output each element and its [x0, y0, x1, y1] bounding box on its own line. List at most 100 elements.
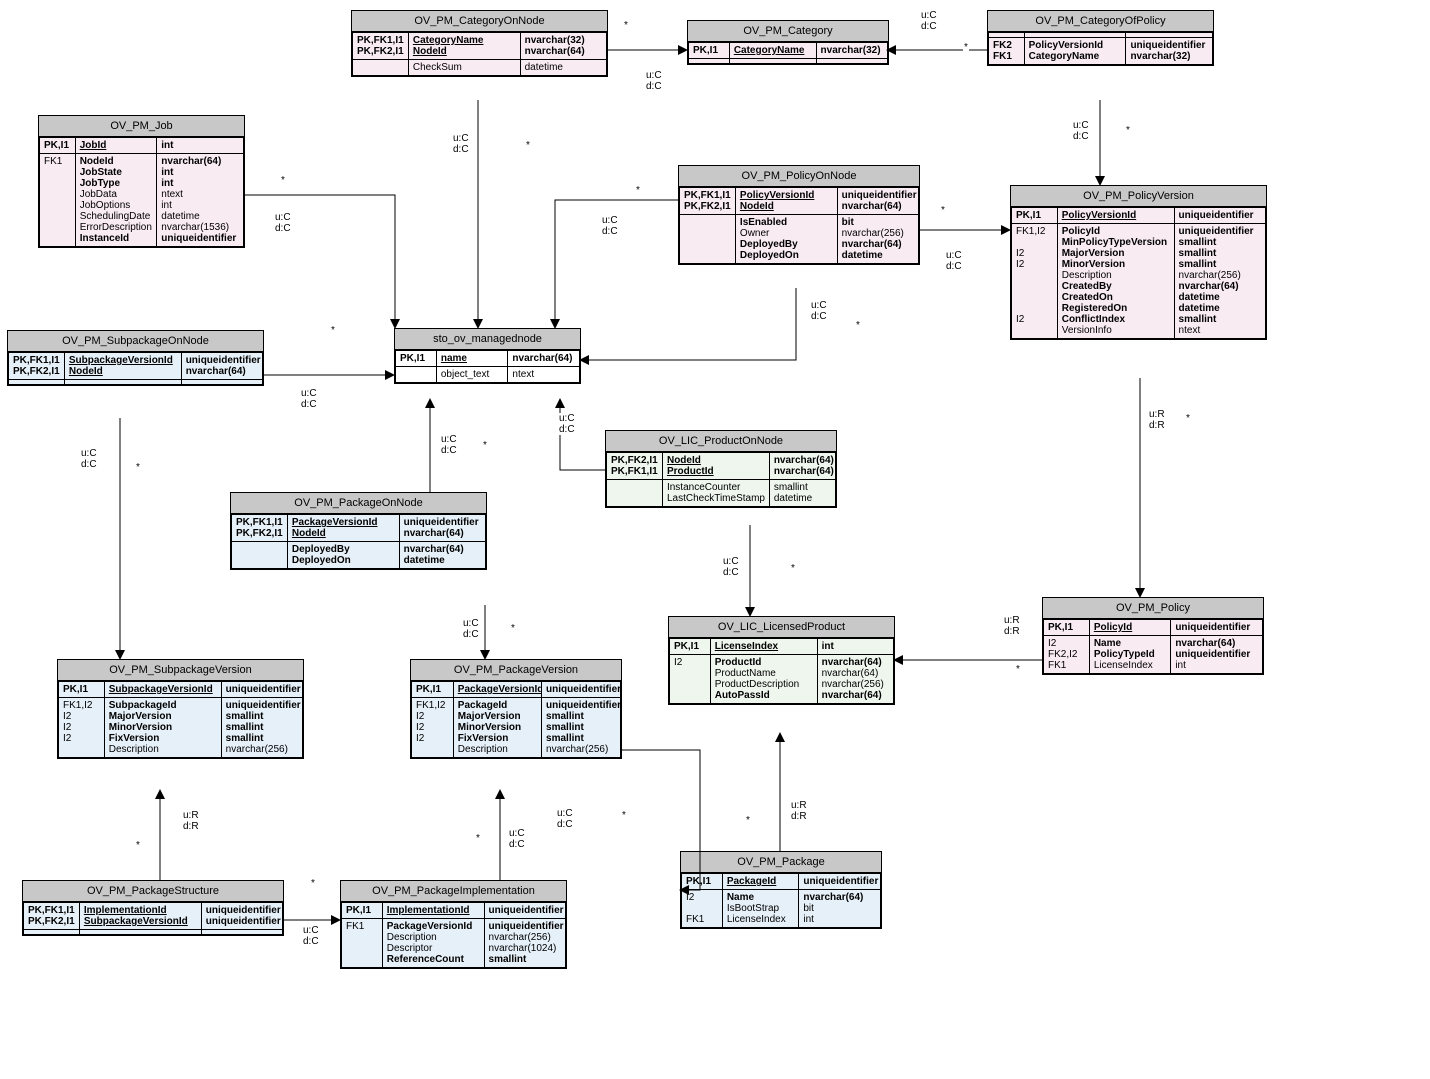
label-ucdc: u:C d:C	[274, 212, 292, 234]
entity-title: OV_PM_CategoryOfPolicy	[988, 11, 1213, 32]
name-col: PolicyVersionIdCategoryName	[1024, 38, 1126, 65]
key-col	[607, 480, 663, 507]
label-ucdc: u:C d:C	[508, 828, 526, 850]
entity-category-of-policy: OV_PM_CategoryOfPolicy FK2FK1PolicyVersio…	[987, 10, 1214, 66]
type-col: uniqueidentifier	[221, 682, 302, 698]
type-col: int	[157, 138, 244, 154]
key-col: FK1,I2I2I2I2	[59, 698, 105, 758]
key-col	[353, 60, 409, 76]
key-col: FK1	[40, 154, 76, 247]
type-col: nvarchar(32)nvarchar(64)	[520, 33, 606, 60]
label-ucdc: u:C d:C	[80, 448, 98, 470]
label-ucdc: u:C d:C	[722, 556, 740, 578]
label-star: *	[635, 185, 641, 196]
label-star: *	[510, 623, 516, 634]
type-col: nvarchar(64)nvarchar(64)	[769, 453, 835, 480]
entity-subpackage-on-node: OV_PM_SubpackageOnNodePK,FK1,I1PK,FK2,I1…	[7, 330, 264, 386]
label-star: *	[280, 175, 286, 186]
label-ucdc: u:C d:C	[810, 300, 828, 322]
key-col: PK,FK1,I1PK,FK2,I1	[9, 353, 65, 380]
label-ucdc: u:C d:C	[645, 70, 663, 92]
label-ucdc: u:C d:C	[440, 434, 458, 456]
label-ucdc: u:C d:C	[462, 618, 480, 640]
entity-package: OV_PM_PackagePK,I1PackageIduniqueidentif…	[680, 851, 882, 929]
entity-title: OV_PM_PackageVersion	[411, 660, 621, 681]
key-col: PK,I1	[682, 874, 723, 890]
name-col: ProductIdProductNameProductDescriptionAu…	[710, 655, 817, 704]
key-col: FK2FK1	[989, 38, 1025, 65]
entity-title: OV_PM_CategoryOnNode	[352, 11, 607, 32]
key-col: PK,I1	[342, 903, 383, 919]
key-col: PK,I1	[59, 682, 105, 698]
name-col: name	[436, 351, 508, 367]
name-col: PackageVersionId	[453, 682, 541, 698]
label-star: *	[525, 140, 531, 151]
entity-title: OV_PM_Policy	[1043, 598, 1263, 619]
type-col: uniqueidentifiernvarchar(64)	[837, 188, 918, 215]
key-col: I2	[670, 655, 711, 704]
key-col	[396, 367, 437, 383]
name-col: NamePolicyTypeIdLicenseIndex	[1089, 636, 1170, 674]
label-star: *	[963, 42, 969, 53]
type-col	[181, 380, 262, 385]
label-ucdc: u:C d:C	[302, 925, 320, 947]
label-star: *	[745, 815, 751, 826]
type-col: ntext	[508, 367, 580, 383]
key-col	[680, 215, 736, 264]
label-ucdc: u:C d:C	[558, 413, 576, 435]
type-col: datetime	[520, 60, 606, 76]
entity-product-on-node: OV_LIC_ProductOnNodePK,FK2,I1PK,FK1,I1No…	[605, 430, 837, 508]
type-col: uniqueidentifiernvarchar(64)	[399, 515, 485, 542]
label-ucdc: u:C d:C	[300, 388, 318, 410]
entity-policy: OV_PM_PolicyPK,I1PolicyIduniqueidentifie…	[1042, 597, 1264, 675]
name-col: JobId	[75, 138, 157, 154]
entity-category: OV_PM_CategoryPK,I1CategoryNamenvarchar(…	[687, 20, 889, 65]
type-col: nvarchar(64)uniqueidentifierint	[1171, 636, 1263, 674]
key-col: PK,FK1,I1PK,FK2,I1	[24, 903, 80, 930]
entity-package-version: OV_PM_PackageVersionPK,I1PackageVersionI…	[410, 659, 622, 759]
entity-title: OV_PM_PackageOnNode	[231, 493, 486, 514]
label-star: *	[135, 840, 141, 851]
key-col: I2FK1	[682, 890, 723, 928]
name-col: LicenseIndex	[710, 639, 817, 655]
entity-title: OV_PM_Job	[39, 116, 244, 137]
type-col: bitnvarchar(256)nvarchar(64)datetime	[837, 215, 918, 264]
name-col: CheckSum	[408, 60, 520, 76]
label-ucdc: u:C d:C	[945, 250, 963, 272]
type-col: uniqueidentifier	[1171, 620, 1263, 636]
label-urdur: u:R d:R	[1003, 615, 1021, 637]
key-col: PK,I1	[396, 351, 437, 367]
entity-licensed-product: OV_LIC_LicensedProductPK,I1LicenseIndexi…	[668, 616, 895, 705]
key-col	[689, 59, 730, 64]
label-urdur: u:R d:R	[182, 810, 200, 832]
name-col: PackageIdMajorVersionMinorVersionFixVers…	[453, 698, 541, 758]
label-urdur: u:R d:R	[790, 800, 808, 822]
name-col	[64, 380, 181, 385]
type-col	[201, 930, 282, 935]
name-col: NodeIdJobStateJobTypeJobDataJobOptionsSc…	[75, 154, 157, 247]
key-col: I2FK2,I2FK1	[1044, 636, 1090, 674]
entity-title: OV_PM_PolicyVersion	[1011, 186, 1266, 207]
name-col	[729, 59, 816, 64]
name-col: SubpackageVersionIdNodeId	[64, 353, 181, 380]
key-col: PK,I1	[689, 43, 730, 59]
entity-package-implementation: OV_PM_PackageImplementationPK,I1Implemen…	[340, 880, 567, 969]
name-col: IsEnabledOwnerDeployedByDeployedOn	[735, 215, 837, 264]
type-col: uniqueidentifier	[542, 682, 621, 698]
label-star: *	[621, 810, 627, 821]
entity-policy-version: OV_PM_PolicyVersionPK,I1PolicyVersionIdu…	[1010, 185, 1267, 340]
entity-package-structure: OV_PM_PackageStructurePK,FK1,I1PK,FK2,I1…	[22, 880, 284, 936]
name-col: PackageVersionIdNodeId	[287, 515, 399, 542]
key-col: FK1,I2I2I2I2	[1012, 224, 1058, 339]
name-col: NameIsBootStrapLicenseIndex	[722, 890, 799, 928]
type-col: nvarchar(32)	[816, 43, 887, 59]
key-col: PK,I1	[412, 682, 454, 698]
label-star: *	[135, 462, 141, 473]
entity-title: sto_ov_managednode	[395, 329, 580, 350]
entity-managed-node: sto_ov_managednodePK,I1namenvarchar(64)o…	[394, 328, 581, 384]
entity-title: OV_PM_Category	[688, 21, 888, 42]
label-star: *	[1125, 125, 1131, 136]
label-urdur: u:R d:R	[1148, 409, 1166, 431]
entity-title: OV_PM_PolicyOnNode	[679, 166, 919, 187]
label-star: *	[855, 320, 861, 331]
